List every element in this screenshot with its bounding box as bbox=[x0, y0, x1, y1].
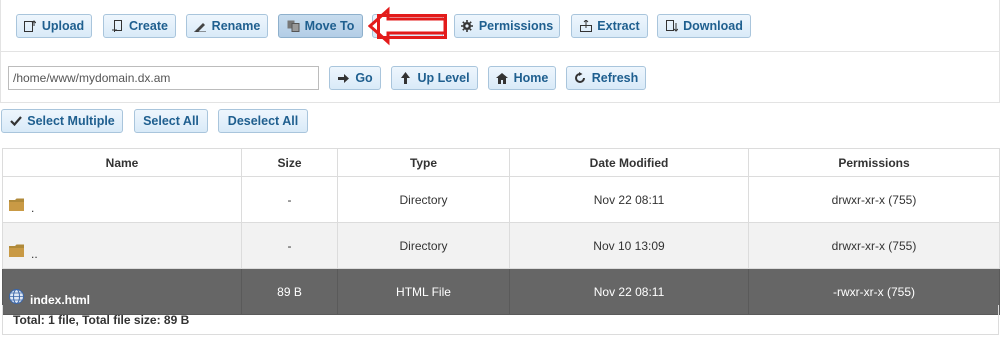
extract-button[interactable]: Extract bbox=[571, 14, 648, 38]
deselect-all-label: Deselect All bbox=[227, 114, 299, 128]
rename-label: Rename bbox=[211, 19, 261, 33]
rename-button[interactable]: Rename bbox=[186, 14, 268, 38]
move-to-button[interactable]: Move To bbox=[278, 14, 363, 38]
select-all-label: Select All bbox=[143, 114, 199, 128]
download-label: Download bbox=[683, 19, 743, 33]
permissions-button[interactable]: Permissions bbox=[454, 14, 560, 38]
create-button[interactable]: Create bbox=[103, 14, 176, 38]
file-date-modified: Nov 22 08:11 bbox=[509, 176, 749, 223]
select-multiple-button[interactable]: Select Multiple bbox=[1, 109, 123, 133]
table-header-row: Name Size Type Date Modified Permissions bbox=[2, 148, 1000, 177]
home-button[interactable]: Home bbox=[488, 66, 556, 90]
download-icon bbox=[665, 20, 678, 33]
file-type: Directory bbox=[337, 176, 510, 223]
file-permissions: drwxr-xr-x (755) bbox=[748, 222, 1000, 269]
file-name: . bbox=[31, 200, 35, 215]
extract-icon bbox=[579, 20, 592, 33]
file-summary: Total: 1 file, Total file size: 89 B bbox=[2, 305, 999, 335]
upload-button[interactable]: Upload bbox=[16, 14, 92, 38]
create-label: Create bbox=[129, 19, 168, 33]
select-all-button[interactable]: Select All bbox=[134, 109, 208, 133]
arrow-right-icon bbox=[337, 72, 350, 85]
refresh-button[interactable]: Refresh bbox=[566, 66, 646, 90]
file-type: Directory bbox=[337, 222, 510, 269]
permissions-label: Permissions bbox=[478, 19, 554, 33]
gear-icon bbox=[461, 20, 474, 33]
folder-icon bbox=[9, 198, 25, 215]
delete-icon bbox=[380, 20, 393, 33]
refresh-label: Refresh bbox=[591, 71, 639, 85]
move-to-icon bbox=[287, 20, 300, 33]
column-header-permissions[interactable]: Permissions bbox=[748, 148, 1000, 177]
file-name-cell[interactable]: . bbox=[2, 176, 242, 223]
select-multiple-label: Select Multiple bbox=[27, 114, 115, 128]
check-icon bbox=[9, 115, 22, 128]
arrow-up-icon bbox=[399, 72, 412, 85]
folder-icon bbox=[9, 244, 25, 261]
download-button[interactable]: Download bbox=[657, 14, 751, 38]
column-header-date-modified[interactable]: Date Modified bbox=[509, 148, 749, 177]
go-button[interactable]: Go bbox=[329, 66, 381, 90]
table-row[interactable]: . - Directory Nov 22 08:11 drwxr-xr-x (7… bbox=[2, 176, 1000, 223]
file-name-cell[interactable]: .. bbox=[2, 222, 242, 269]
file-size: - bbox=[241, 222, 338, 269]
extract-label: Extract bbox=[597, 19, 640, 33]
home-label: Home bbox=[513, 71, 549, 85]
column-header-type[interactable]: Type bbox=[337, 148, 510, 177]
table-row[interactable]: .. - Directory Nov 10 13:09 drwxr-xr-x (… bbox=[2, 222, 1000, 269]
create-icon bbox=[111, 20, 124, 33]
deselect-all-button[interactable]: Deselect All bbox=[218, 109, 308, 133]
move-to-label: Move To bbox=[304, 19, 355, 33]
file-table: Name Size Type Date Modified Permissions… bbox=[2, 148, 1000, 315]
upload-label: Upload bbox=[41, 19, 85, 33]
file-permissions: drwxr-xr-x (755) bbox=[748, 176, 1000, 223]
refresh-icon bbox=[574, 72, 587, 85]
delete-button[interactable]: Delete bbox=[372, 14, 443, 38]
up-level-label: Up Level bbox=[417, 71, 470, 85]
file-toolbar: Upload Create Rename Move To Delete Perm… bbox=[0, 0, 1000, 52]
rename-icon bbox=[194, 20, 207, 33]
delete-label: Delete bbox=[397, 19, 436, 33]
up-level-button[interactable]: Up Level bbox=[391, 66, 478, 90]
upload-icon bbox=[24, 20, 37, 33]
path-input[interactable] bbox=[8, 66, 319, 90]
go-label: Go bbox=[355, 71, 373, 85]
file-size: - bbox=[241, 176, 338, 223]
file-name: .. bbox=[31, 246, 38, 261]
globe-icon bbox=[9, 288, 24, 307]
file-date-modified: Nov 10 13:09 bbox=[509, 222, 749, 269]
column-header-name[interactable]: Name bbox=[2, 148, 242, 177]
home-icon bbox=[496, 72, 509, 85]
column-header-size[interactable]: Size bbox=[241, 148, 338, 177]
